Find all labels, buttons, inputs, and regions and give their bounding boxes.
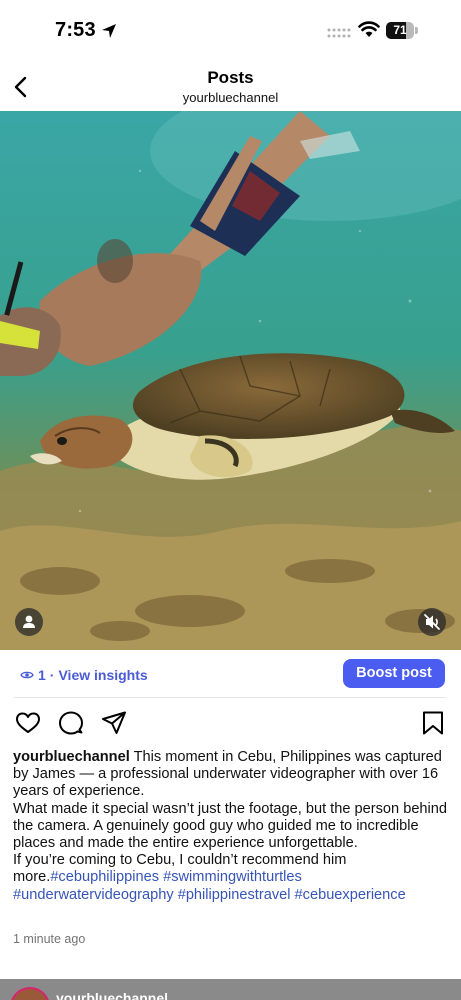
hashtag[interactable]: #underwatervideography [13,887,174,903]
hashtag[interactable]: #cebuphilippines [50,869,159,885]
wifi-icon [358,21,380,37]
insights-separator: · [49,667,55,683]
view-insights-link[interactable]: 1 · View insights [20,664,148,686]
hashtag[interactable]: #philippinestravel [178,887,291,903]
post-timestamp: 1 minute ago [13,932,86,946]
page-subtitle: yourbluechannel [182,90,279,105]
caption-paragraph-2: What made it special wasn’t just the foo… [13,800,448,852]
status-time: 7:53 [55,19,96,41]
paper-plane-icon [102,711,126,734]
cellular-signal-icon [327,28,351,38]
next-post-header[interactable]: yourbluechannel [0,979,461,1000]
battery-indicator: 71 [386,22,420,39]
next-post-username[interactable]: yourbluechannel [56,990,168,1000]
post-caption: yourbluechannel This moment in Cebu, Phi… [13,749,449,904]
eye-icon [20,671,34,679]
hashtag[interactable]: #swimmingwithturtles [163,869,302,885]
tag-people-button[interactable] [15,608,43,636]
bookmark-icon [423,711,443,735]
save-button[interactable] [421,710,445,736]
battery-level: 71 [393,23,407,37]
underwater-video-frame [0,111,461,650]
share-button[interactable] [101,710,127,736]
comment-button[interactable] [58,710,84,736]
like-button[interactable] [15,710,41,736]
comment-icon [59,711,83,735]
muted-speaker-icon [424,614,440,630]
hashtag[interactable]: #cebuexperience [295,887,406,903]
post-media[interactable] [0,111,461,650]
status-bar: 7:53 71 [0,0,461,62]
boost-post-button[interactable]: Boost post [343,659,445,688]
insights-link-label: View insights [58,667,148,683]
caption-username[interactable]: yourbluechannel [13,749,130,765]
avatar[interactable] [10,987,50,1000]
mute-button[interactable] [418,608,446,636]
person-tag-icon [23,615,35,628]
insights-count: 1 [38,667,46,683]
location-arrow-icon [102,24,116,38]
page-title: Posts [207,68,254,87]
heart-icon [16,712,40,733]
divider [14,697,446,698]
